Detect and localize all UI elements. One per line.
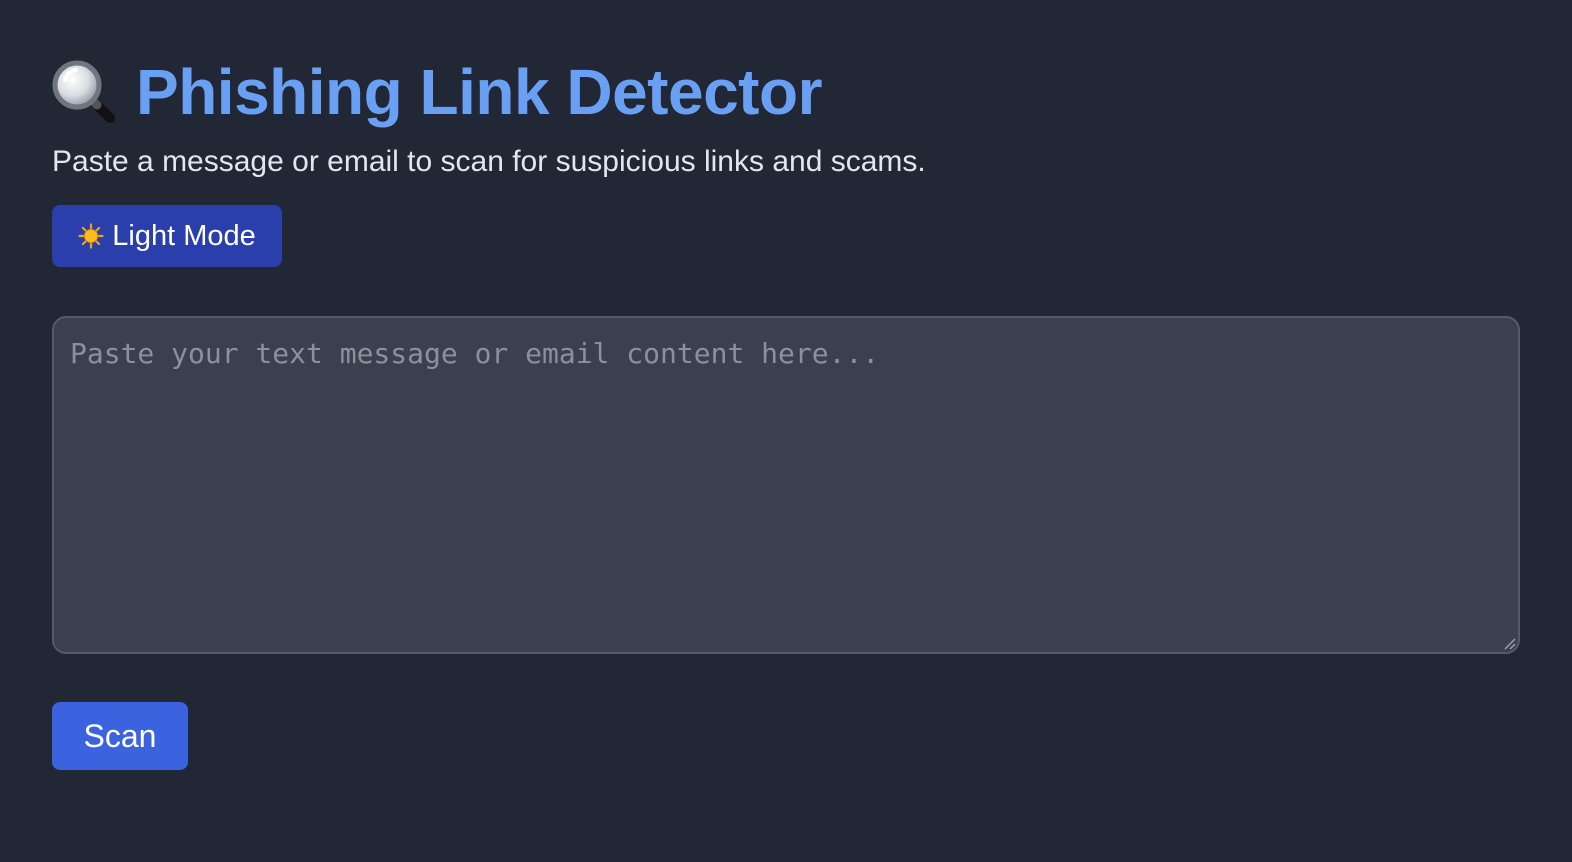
light-mode-toggle-button[interactable]: Light Mode bbox=[52, 205, 282, 267]
message-input-wrapper bbox=[52, 316, 1520, 654]
sun-icon bbox=[78, 223, 104, 249]
resize-handle-icon[interactable] bbox=[1502, 636, 1516, 650]
page: Phishing Link Detector Paste a message o… bbox=[0, 0, 1572, 862]
header: Phishing Link Detector bbox=[50, 56, 822, 128]
page-subtitle: Paste a message or email to scan for sus… bbox=[52, 145, 926, 178]
page-title: Phishing Link Detector bbox=[136, 56, 822, 128]
light-mode-label: Light Mode bbox=[112, 219, 256, 252]
message-input[interactable] bbox=[52, 316, 1520, 654]
scan-button[interactable]: Scan bbox=[52, 702, 188, 770]
magnifying-glass-icon bbox=[50, 58, 118, 126]
